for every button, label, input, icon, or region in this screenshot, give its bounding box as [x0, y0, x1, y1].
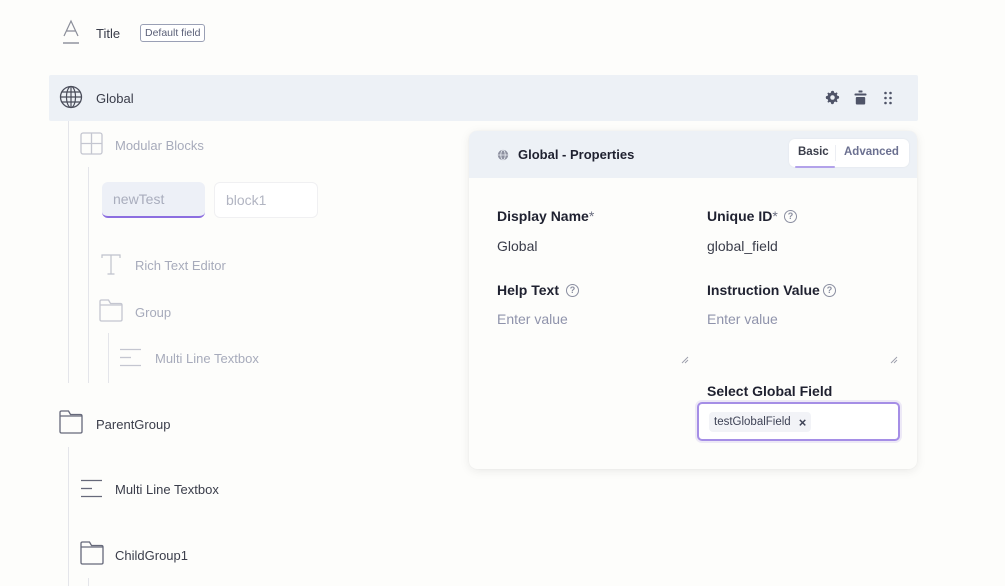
- delete-icon[interactable]: [854, 90, 867, 105]
- title-field-label: Title: [96, 26, 121, 41]
- parentgroup-row[interactable]: ParentGroup: [58, 410, 258, 436]
- resize-handle-icon[interactable]: [890, 356, 898, 364]
- globe-icon: [59, 85, 83, 109]
- drag-handle-icon[interactable]: [883, 91, 893, 105]
- rich-text-editor-row[interactable]: Rich Text Editor: [100, 252, 300, 278]
- lines-icon: [120, 348, 141, 367]
- parentgroup-multiline-label: Multi Line Textbox: [115, 482, 219, 497]
- folder-icon: [59, 410, 83, 434]
- tab-basic[interactable]: Basic: [798, 146, 829, 158]
- tree-line-global: [68, 121, 69, 383]
- childgroup1-row[interactable]: ChildGroup1: [78, 541, 278, 567]
- tab-separator: [835, 145, 836, 161]
- folder-icon: [99, 299, 123, 322]
- group-row[interactable]: Group: [98, 298, 298, 324]
- folder-icon: [80, 541, 104, 565]
- help-text-textarea[interactable]: Enter value: [497, 311, 689, 363]
- active-tab-indicator: [795, 166, 835, 168]
- grid-icon: [80, 132, 103, 155]
- tab-advanced[interactable]: Advanced: [844, 146, 899, 158]
- tree-line-group: [108, 333, 109, 383]
- help-icon[interactable]: ?: [784, 210, 797, 223]
- display-name-label: Display Name*: [497, 208, 595, 224]
- parentgroup-multiline-row[interactable]: Multi Line Textbox: [78, 476, 278, 502]
- remove-chip-icon[interactable]: ×: [799, 415, 807, 430]
- instruction-value-textarea[interactable]: Enter value: [707, 311, 899, 363]
- selected-chip: testGlobalField ×: [709, 412, 812, 432]
- parentgroup-label: ParentGroup: [96, 417, 171, 432]
- group-multiline-label: Multi Line Textbox: [155, 351, 259, 366]
- select-global-field-label: Select Global Field: [707, 383, 833, 399]
- resize-handle-icon[interactable]: [681, 356, 689, 364]
- tree-line-parentgroup: [68, 447, 69, 586]
- tree-line-modular: [88, 167, 89, 383]
- select-global-field-input[interactable]: testGlobalField ×: [697, 402, 900, 441]
- selected-chip-label: testGlobalField: [714, 416, 791, 428]
- help-icon[interactable]: ?: [823, 284, 836, 297]
- instruction-value-label: Instruction Value: [707, 282, 820, 298]
- global-field-label: Global: [96, 91, 134, 106]
- block-tab-newtest[interactable]: newTest: [102, 182, 205, 218]
- rich-text-editor-label: Rich Text Editor: [135, 258, 226, 273]
- globe-icon: [497, 149, 509, 161]
- tree-line-childgroup: [88, 578, 89, 586]
- default-field-badge: Default field: [140, 24, 206, 42]
- help-text-label: Help Text: [497, 282, 559, 298]
- help-icon[interactable]: ?: [566, 284, 579, 297]
- childgroup1-label: ChildGroup1: [115, 548, 188, 563]
- lines-icon: [81, 479, 102, 498]
- gear-icon[interactable]: [825, 90, 840, 105]
- properties-panel-header: Global - Properties Basic Advanced: [469, 131, 917, 178]
- block-tab-block1[interactable]: block1: [214, 182, 318, 218]
- properties-tabs: Basic Advanced: [789, 139, 909, 168]
- unique-id-input[interactable]: global_field: [707, 238, 897, 254]
- display-name-input[interactable]: Global: [497, 238, 687, 254]
- modular-blocks-row[interactable]: Modular Blocks: [78, 130, 278, 160]
- text-t-icon: [101, 254, 121, 275]
- global-field-row[interactable]: Global: [49, 75, 918, 121]
- properties-panel-title: Global - Properties: [518, 147, 635, 162]
- modular-blocks-label: Modular Blocks: [115, 138, 204, 153]
- text-underline-icon: [63, 19, 79, 44]
- properties-panel: Global - Properties Basic Advanced Displ…: [469, 131, 917, 469]
- group-label: Group: [135, 305, 172, 320]
- group-multiline-row[interactable]: Multi Line Textbox: [118, 345, 318, 371]
- title-field-row[interactable]: Title Default field: [55, 15, 255, 51]
- unique-id-label: Unique ID*: [707, 208, 778, 224]
